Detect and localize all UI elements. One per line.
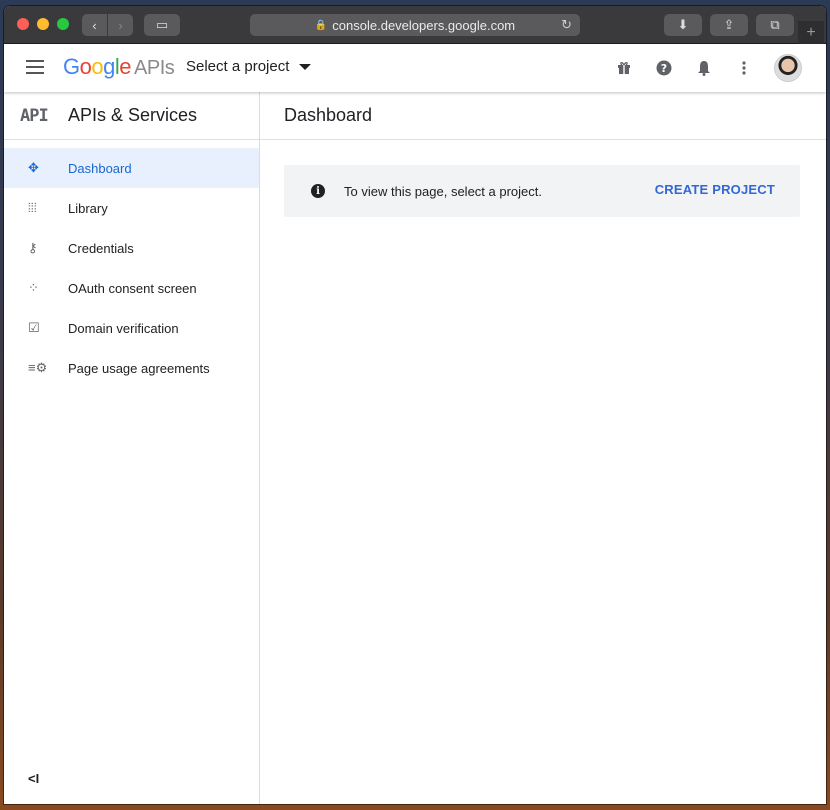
notifications-icon[interactable] <box>694 58 714 78</box>
sidebar-icon: ▭ <box>155 17 169 32</box>
nav-title: APIs & Services <box>68 105 198 125</box>
share-icon: ⇪ <box>723 17 735 32</box>
nav-header: API APIs & Services <box>4 92 259 140</box>
menu-icon[interactable] <box>26 60 44 74</box>
caret-down-icon <box>299 63 312 70</box>
nav-item-label: Library <box>68 200 108 216</box>
share-button[interactable]: ⇪ <box>710 14 748 36</box>
nav-item-label: Page usage agreements <box>68 360 210 376</box>
back-button[interactable]: ‹ <box>82 14 107 36</box>
nav-item-label: Dashboard <box>68 160 132 176</box>
nav-item-label: OAuth consent screen <box>68 280 197 296</box>
create-project-button[interactable]: CREATE PROJECT <box>655 182 775 197</box>
app-header: Google APIs Select a project ? <box>4 44 826 92</box>
new-tab-button[interactable]: + <box>798 21 824 44</box>
nav-item-credentials[interactable]: ⚷ Credentials <box>4 228 259 268</box>
google-apis-logo[interactable]: Google APIs <box>63 54 175 80</box>
nav-item-oauth-consent-screen[interactable]: ⁘ OAuth consent screen <box>4 268 259 308</box>
url-text: console.developers.google.com <box>332 17 516 33</box>
project-selector[interactable]: Select a project <box>186 58 312 75</box>
chevron-right-icon: › <box>118 17 123 33</box>
chevron-left-icon: ‹ <box>92 17 97 33</box>
dashboard-icon: ✥ <box>28 160 39 175</box>
nav-list: ✥ Dashboard ⦙⦙⦙ Library ⚷ Credentials ⁘ … <box>4 148 259 388</box>
sidebar-toggle-button[interactable]: ▭ <box>144 14 180 36</box>
project-selector-label: Select a project <box>186 58 290 75</box>
tabs-icon: ⧉ <box>770 17 780 32</box>
close-window-button[interactable] <box>17 18 29 30</box>
plus-icon: + <box>806 23 816 41</box>
maximize-window-button[interactable] <box>57 18 69 30</box>
oauth-icon: ⁘ <box>28 280 39 295</box>
reload-icon[interactable]: ↻ <box>561 17 572 33</box>
library-icon: ⦙⦙⦙ <box>28 200 37 215</box>
tab-overview-button[interactable]: ⧉ <box>756 14 794 36</box>
nav-item-domain-verification[interactable]: ☑ Domain verification <box>4 308 259 348</box>
more-vert-icon[interactable] <box>734 58 754 78</box>
key-icon: ⚷ <box>28 240 38 255</box>
settings-list-icon: ≡⚙ <box>28 360 48 375</box>
checkbox-icon: ☑ <box>28 320 40 335</box>
minimize-window-button[interactable] <box>37 18 49 30</box>
gift-icon[interactable] <box>614 58 634 78</box>
select-project-notice: i To view this page, select a project. C… <box>284 165 800 217</box>
nav-item-dashboard[interactable]: ✥ Dashboard <box>4 148 259 188</box>
address-bar[interactable]: 🔒 console.developers.google.com ↻ <box>250 14 580 36</box>
main-content: Dashboard i To view this page, select a … <box>260 92 826 804</box>
avatar[interactable] <box>774 54 802 82</box>
api-logo-icon: API <box>20 105 49 126</box>
lock-icon: 🔒 <box>314 19 328 31</box>
page-title: Dashboard <box>260 92 826 140</box>
forward-button[interactable]: › <box>108 14 133 36</box>
download-icon: ⬇ <box>677 17 689 32</box>
downloads-button[interactable]: ⬇ <box>664 14 702 36</box>
left-nav: API APIs & Services ✥ Dashboard ⦙⦙⦙ Libr… <box>4 92 260 804</box>
notice-text: To view this page, select a project. <box>344 183 542 199</box>
nav-item-page-usage-agreements[interactable]: ≡⚙ Page usage agreements <box>4 348 259 388</box>
browser-window: ‹ › ▭ 🔒 console.developers.google.com ↻ … <box>4 6 826 804</box>
help-icon[interactable]: ? <box>654 58 674 78</box>
svg-text:?: ? <box>661 62 667 75</box>
nav-item-label: Domain verification <box>68 320 179 336</box>
nav-item-library[interactable]: ⦙⦙⦙ Library <box>4 188 259 228</box>
info-icon: i <box>311 184 325 198</box>
nav-item-label: Credentials <box>68 240 134 256</box>
browser-titlebar: ‹ › ▭ 🔒 console.developers.google.com ↻ … <box>4 6 826 44</box>
collapse-nav-icon[interactable]: <I <box>28 771 39 786</box>
